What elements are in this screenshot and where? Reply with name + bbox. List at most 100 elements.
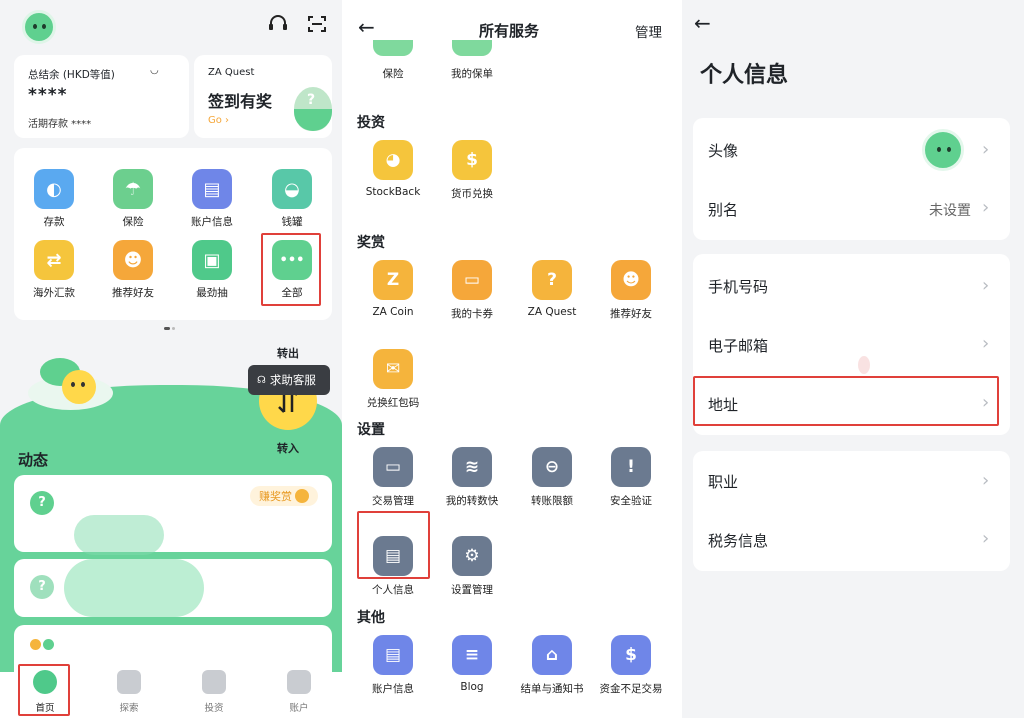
service-item-2-0[interactable]: ▭ 交易管理: [355, 447, 431, 509]
invest-icon: [202, 670, 226, 694]
service-item-6[interactable]: ▣ 最劲抽: [182, 240, 242, 302]
service-item-0[interactable]: ◐ 存款: [24, 169, 84, 231]
service-label: 转账限额: [531, 495, 573, 507]
tab-home[interactable]: 首页: [17, 668, 73, 716]
service-item-1-0[interactable]: Z ZA Coin: [355, 260, 431, 322]
service-item-3[interactable]: ◒ 钱罐: [262, 169, 322, 231]
balance-label: 总结余 (HKD等值): [28, 69, 115, 81]
service-item-1-4[interactable]: ✉ 兑换红包码: [355, 349, 431, 411]
reward-badge[interactable]: 赚奖赏: [250, 486, 318, 506]
service-item-2-4[interactable]: ▤ 个人信息: [355, 536, 431, 598]
more-icon: •••: [272, 240, 312, 280]
service-label: 设置管理: [451, 584, 493, 596]
activity-card[interactable]: ?: [14, 559, 332, 617]
service-label: 最劲抽: [196, 287, 228, 299]
currency-exchange-icon: $: [452, 140, 492, 180]
quest-card[interactable]: ZA Quest 签到有奖 Go › ?: [194, 55, 332, 138]
service-item-3-2[interactable]: ⌂ 结单与通知书: [514, 635, 590, 697]
scan-icon[interactable]: [307, 15, 327, 33]
quest-go-link[interactable]: Go ›: [208, 115, 229, 126]
service-label: 结单与通知书: [520, 683, 584, 695]
profile-screen: ← 个人信息 头像 › 别名 未设置 › 手机号码 › 电子邮箱 › 地址 › …: [682, 0, 1024, 718]
tab-label: 投资: [204, 703, 224, 714]
service-item-4[interactable]: ⇄ 海外汇款: [24, 240, 84, 302]
avatar-label: 头像: [708, 142, 739, 160]
service-item-1-2[interactable]: ? ZA Quest: [514, 260, 590, 322]
service-item-7[interactable]: ••• 全部: [262, 240, 322, 302]
address-row-highlight[interactable]: [693, 376, 999, 426]
chevron-right-icon: ›: [982, 528, 990, 549]
service-item-2-2[interactable]: ⊖ 转账限额: [514, 447, 590, 509]
tab-label: 账户: [289, 703, 309, 714]
transfer-limit-icon: ⊖: [532, 447, 572, 487]
service-item-1-3[interactable]: ☻ 推荐好友: [593, 260, 669, 322]
service-label: 资金不足交易: [599, 683, 663, 695]
service-label: 安全验证: [610, 495, 652, 507]
service-item-insurance-0[interactable]: 保险: [358, 40, 428, 82]
avatar[interactable]: [22, 10, 56, 44]
section-title: 其他: [357, 610, 385, 626]
manage-button[interactable]: 管理: [635, 21, 662, 41]
back-arrow-icon[interactable]: ←: [694, 11, 711, 35]
transfer-in-label[interactable]: 转入: [277, 440, 299, 456]
section-title: 设置: [357, 422, 385, 438]
settings-icon: ⚙: [452, 536, 492, 576]
savings-label: 活期存款 ****: [28, 119, 92, 130]
service-item-3-0[interactable]: ▤ 账户信息: [355, 635, 431, 697]
pager-dots: [164, 327, 178, 330]
service-label: 兑换红包码: [366, 397, 420, 409]
tax-label: 税务信息: [708, 532, 769, 550]
policy-icon: [452, 40, 492, 56]
balance-card[interactable]: 总结余 (HKD等值) ◡ **** 活期存款 ****: [14, 55, 189, 138]
statement-icon: ⌂: [532, 635, 572, 675]
help-tooltip[interactable]: ☊ 求助客服: [248, 365, 330, 395]
service-label: 货币兑换: [451, 188, 493, 200]
service-item-3-3[interactable]: $ 资金不足交易: [593, 635, 669, 697]
service-label: ZA Quest: [527, 306, 577, 318]
service-item-2-5[interactable]: ⚙ 设置管理: [434, 536, 510, 598]
coupon-icon: ▭: [452, 260, 492, 300]
service-item-1[interactable]: ☂ 保险: [103, 169, 163, 231]
service-item-2[interactable]: ▤ 账户信息: [182, 169, 242, 231]
question-icon: ?: [30, 491, 54, 515]
eye-icon[interactable]: ◡: [150, 65, 159, 76]
nickname-value[interactable]: 未设置: [929, 200, 971, 220]
blog-icon: ≡: [452, 635, 492, 675]
service-label: 我的转数快: [445, 495, 499, 507]
service-label: 海外汇款: [33, 287, 75, 299]
remittance-icon: ⇄: [34, 240, 74, 280]
activity-card[interactable]: ? 赚奖赏: [14, 475, 332, 555]
help-label: 求助客服: [269, 373, 316, 387]
headset-icon[interactable]: [268, 15, 288, 33]
tab-explore[interactable]: 探索: [101, 668, 157, 716]
tab-invest[interactable]: 投资: [186, 668, 242, 716]
service-item-0-0[interactable]: ◕ StockBack: [355, 140, 431, 202]
stockback-icon: ◕: [373, 140, 413, 180]
service-label: ZA Coin: [372, 306, 414, 318]
id-card-icon: ▤: [373, 536, 413, 576]
piggy-bank-icon: ◐: [34, 169, 74, 209]
service-item-2-1[interactable]: ≋ 我的转数快: [434, 447, 510, 509]
avatar-image[interactable]: [922, 129, 964, 171]
back-arrow-icon[interactable]: ←: [358, 15, 375, 39]
phone-label: 手机号码: [708, 278, 769, 296]
tab-account[interactable]: 账户: [271, 668, 327, 716]
service-item-insurance-1[interactable]: 我的保单: [437, 40, 507, 82]
service-label: 钱罐: [281, 216, 303, 228]
security-icon: !: [611, 447, 651, 487]
chevron-right-icon: ›: [982, 139, 990, 160]
activity-title: 动态: [18, 451, 49, 469]
tab-label: 首页: [35, 703, 55, 714]
service-item-2-3[interactable]: ! 安全验证: [593, 447, 669, 509]
transfer-out-label[interactable]: 转出: [277, 345, 299, 361]
service-item-5[interactable]: ☻ 推荐好友: [103, 240, 163, 302]
service-item-3-1[interactable]: ≡ Blog: [434, 635, 510, 697]
blurred-content: [64, 559, 204, 617]
blurred-content: [74, 515, 164, 555]
za-quest-icon: ?: [532, 260, 572, 300]
service-item-1-1[interactable]: ▭ 我的卡券: [434, 260, 510, 322]
page-title: 所有服务: [479, 22, 540, 40]
account-icon: [287, 670, 311, 694]
section-title: 奖赏: [357, 235, 385, 251]
service-item-0-1[interactable]: $ 货币兑换: [434, 140, 510, 202]
